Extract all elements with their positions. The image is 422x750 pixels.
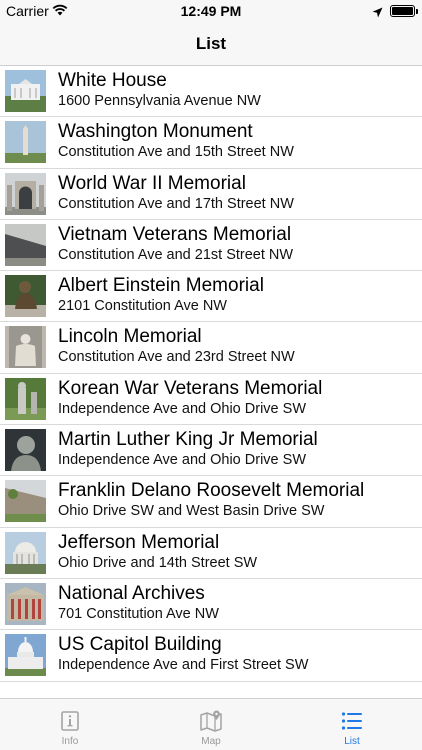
item-title: Franklin Delano Roosevelt Memorial <box>58 480 365 502</box>
list-item[interactable]: Korean War Veterans Memorial Independenc… <box>0 374 422 426</box>
washington-monument-thumbnail <box>5 121 46 164</box>
item-address: Constitution Ave and 21st Street NW <box>58 246 294 263</box>
wwii-memorial-thumbnail <box>5 172 46 215</box>
tab-list-label: List <box>344 736 360 747</box>
item-address: 1600 Pennsylvania Avenue NW <box>58 93 261 109</box>
location-arrow-icon <box>372 5 383 23</box>
item-title: World War II Memorial <box>58 172 246 194</box>
list-item[interactable]: Lincoln Memorial Constitution Ave and 23… <box>0 322 422 375</box>
battery-icon <box>390 5 418 17</box>
einstein-memorial-thumbnail <box>5 275 46 318</box>
list-item[interactable]: Franklin Delano Roosevelt Memorial Ohio … <box>0 476 422 528</box>
fdr-memorial-thumbnail <box>5 480 46 523</box>
jefferson-memorial-thumbnail <box>5 531 46 574</box>
tab-info[interactable]: Info <box>0 699 140 750</box>
list-icon <box>340 709 364 733</box>
item-title: Washington Monument <box>58 121 253 143</box>
info-icon <box>58 709 82 733</box>
list-item[interactable]: Martin Luther King Jr Memorial Independe… <box>0 425 422 477</box>
vietnam-memorial-thumbnail <box>5 223 46 266</box>
us-capitol-thumbnail <box>5 634 46 677</box>
white-house-thumbnail <box>5 70 46 112</box>
list-item[interactable]: National Archives 701 Constitution Ave N… <box>0 579 422 631</box>
item-address: Ohio Drive SW and West Basin Drive SW <box>58 503 325 520</box>
item-title: US Capitol Building <box>58 634 222 656</box>
navigation-bar: List <box>0 22 422 66</box>
list-item[interactable]: Washington Monument Constitution Ave and… <box>0 117 422 169</box>
status-time: 12:49 PM <box>180 3 242 19</box>
item-title: National Archives <box>58 582 205 604</box>
list-item[interactable]: Albert Einstein Memorial 2101 Constituti… <box>0 271 422 323</box>
item-address: Constitution Ave and 23rd Street NW <box>58 349 295 366</box>
lincoln-memorial-thumbnail <box>5 326 46 369</box>
list-item[interactable]: White House 1600 Pennsylvania Avenue NW <box>0 66 422 118</box>
item-address: 2101 Constitution Ave NW <box>58 298 227 315</box>
item-address: Independence Ave and First Street SW <box>58 657 309 674</box>
national-archives-thumbnail <box>5 582 46 625</box>
tab-list[interactable]: List <box>282 699 422 750</box>
item-title: Albert Einstein Memorial <box>58 275 264 297</box>
list-item[interactable]: US Capitol Building Independence Ave and… <box>0 630 422 682</box>
item-title: Korean War Veterans Memorial <box>58 377 323 399</box>
tab-map[interactable]: Map <box>141 699 281 750</box>
landmark-list[interactable]: White House 1600 Pennsylvania Avenue NW … <box>0 66 422 698</box>
status-bar: Carrier 12:49 PM <box>0 0 422 22</box>
item-address: Ohio Drive and 14th Street SW <box>58 554 258 571</box>
item-address: 701 Constitution Ave NW <box>58 605 219 622</box>
item-title: Vietnam Veterans Memorial <box>58 223 292 245</box>
item-address: Constitution Ave and 17th Street NW <box>58 195 294 212</box>
item-title: Jefferson Memorial <box>58 531 220 553</box>
item-title: White House <box>58 70 167 91</box>
item-title: Lincoln Memorial <box>58 326 202 348</box>
tab-map-label: Map <box>201 736 221 747</box>
item-title: Martin Luther King Jr Memorial <box>58 429 318 451</box>
tab-bar: Info Map List <box>0 698 422 750</box>
item-address: Independence Ave and Ohio Drive SW <box>58 452 307 469</box>
mlk-memorial-thumbnail <box>5 429 46 472</box>
list-item[interactable]: World War II Memorial Constitution Ave a… <box>0 169 422 221</box>
list-item[interactable]: Vietnam Veterans Memorial Constitution A… <box>0 220 422 272</box>
item-address: Constitution Ave and 15th Street NW <box>58 144 294 161</box>
item-address: Independence Ave and Ohio Drive SW <box>58 400 307 417</box>
page-title: List <box>195 34 227 53</box>
tab-info-label: Info <box>61 736 79 747</box>
map-icon <box>199 709 223 733</box>
list-item[interactable]: Jefferson Memorial Ohio Drive and 14th S… <box>0 528 422 580</box>
korean-war-memorial-thumbnail <box>5 377 46 420</box>
